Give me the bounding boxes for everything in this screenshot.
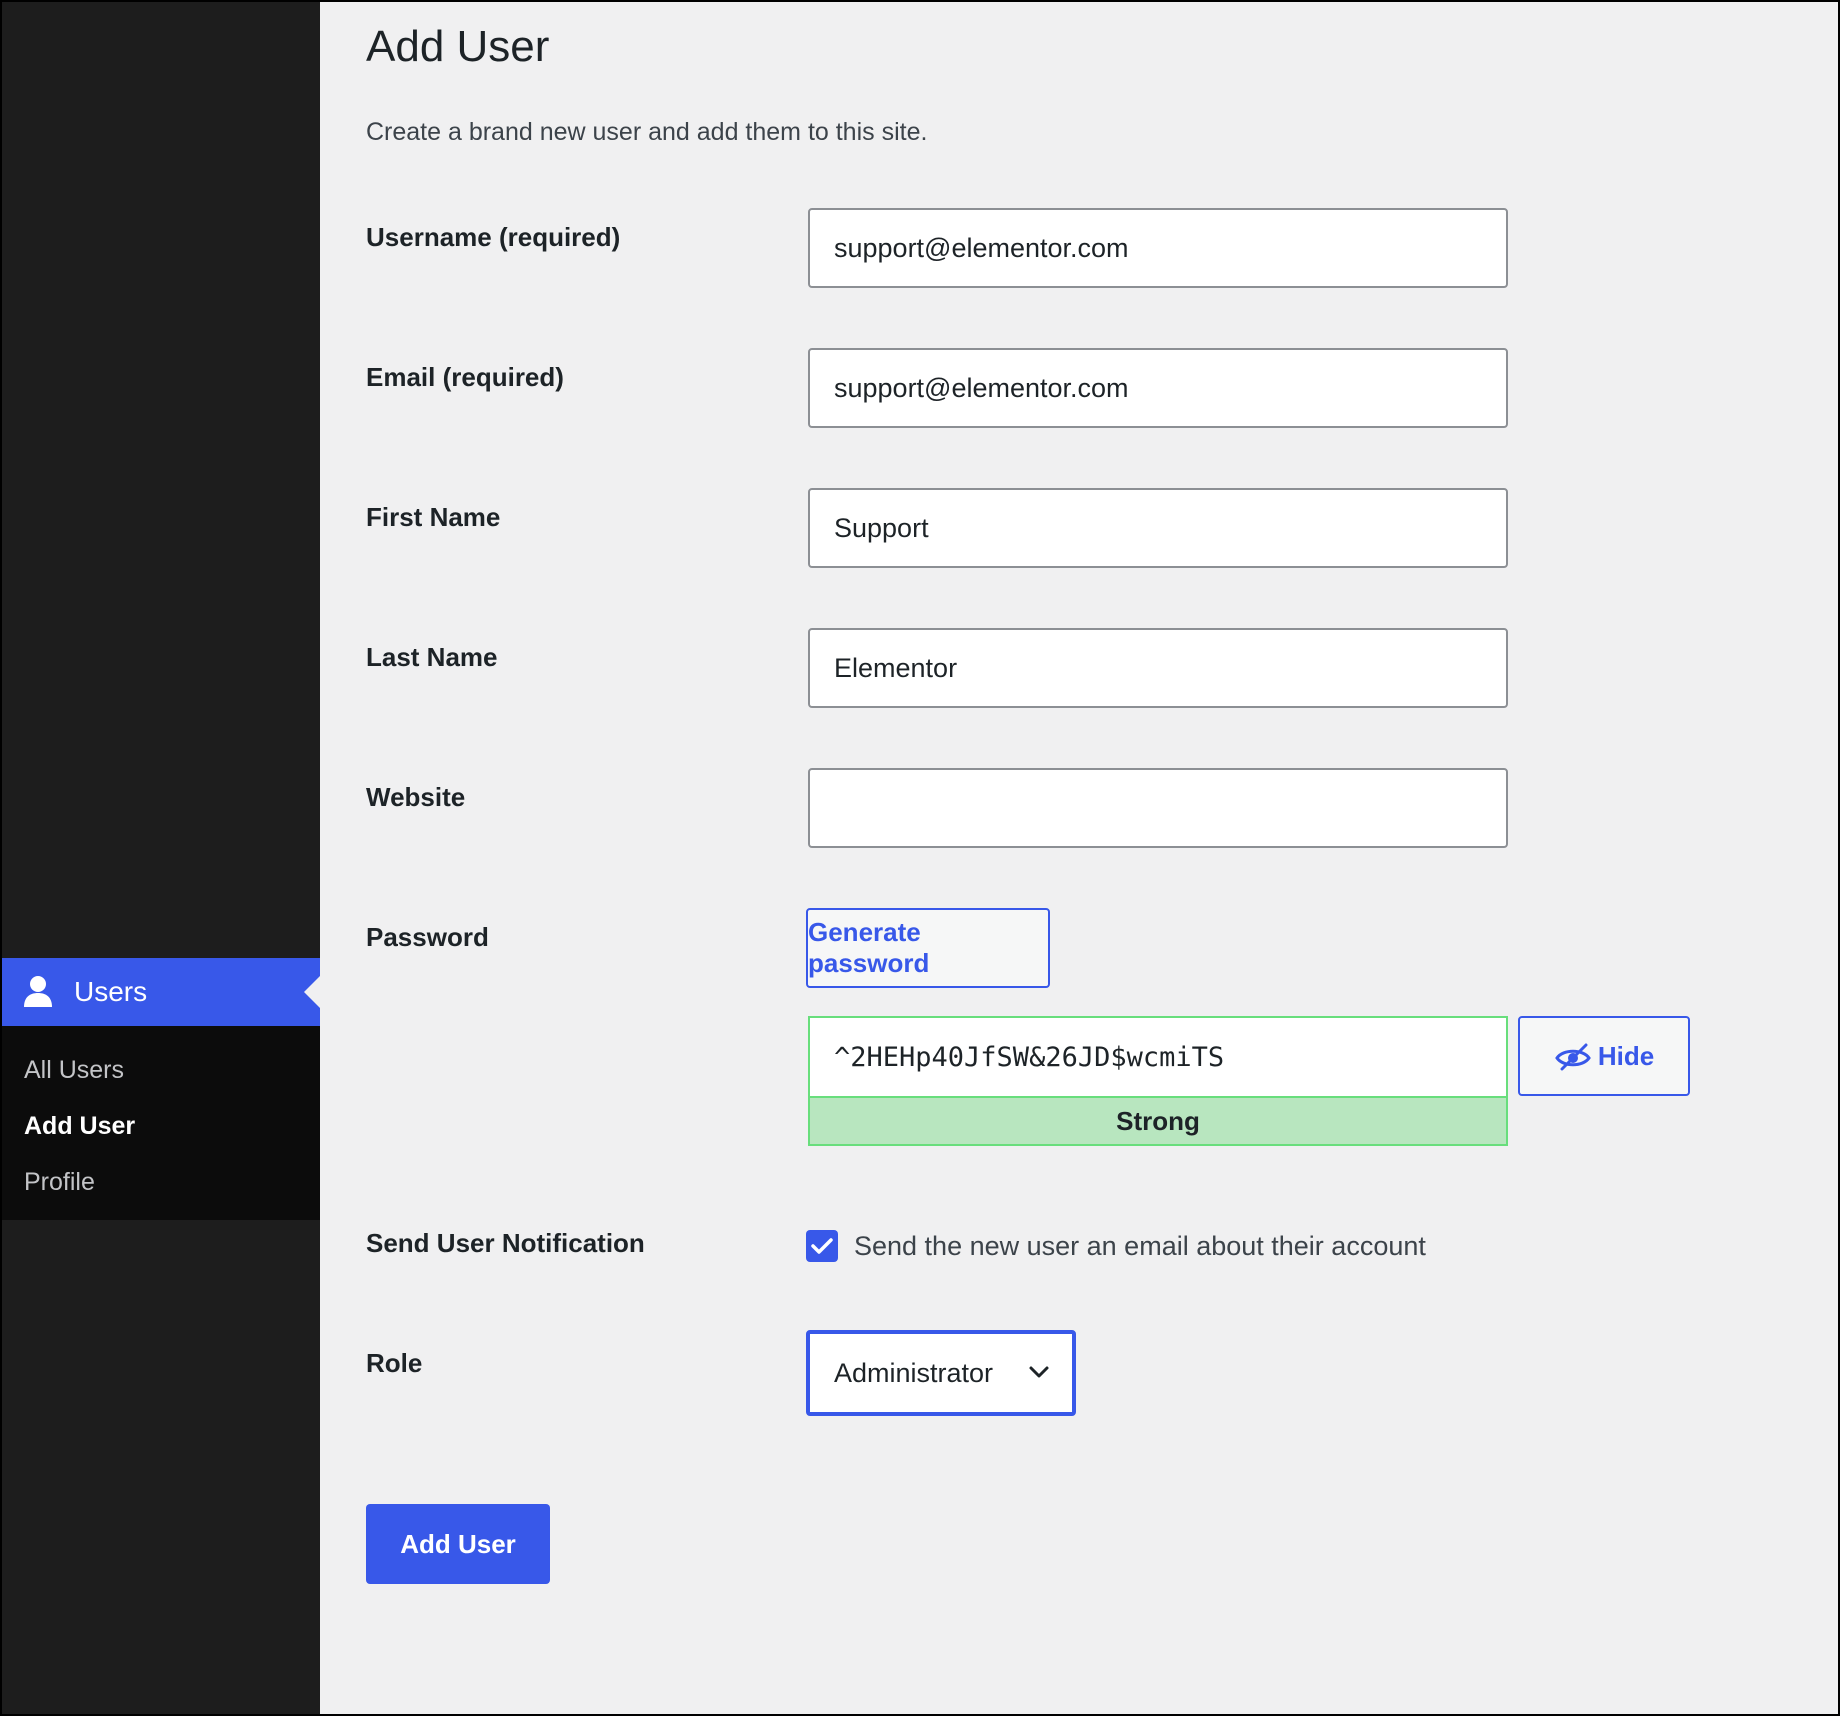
submenu-item-profile[interactable]: Profile [2, 1154, 320, 1210]
role-select[interactable]: Administrator [806, 1330, 1076, 1416]
password-strength-meter: Strong [808, 1096, 1508, 1146]
last-name-input[interactable]: Elementor [808, 628, 1508, 708]
submenu-item-all-users[interactable]: All Users [2, 1042, 320, 1098]
sidebar-item-label: Users [74, 976, 148, 1007]
hide-password-button[interactable]: Hide [1518, 1016, 1690, 1096]
role-selected-value: Administrator [834, 1357, 994, 1388]
main-content: Add User Create a brand new user and add… [320, 2, 1838, 1714]
page-frame: Users All Users Add User Profile Add Use… [0, 0, 1840, 1716]
notification-label: Send User Notification [366, 1228, 645, 1258]
eye-slash-icon [1555, 1043, 1591, 1071]
page-title: Add User [366, 22, 550, 71]
notification-option: Send the new user an email about their a… [806, 1230, 1426, 1262]
users-submenu: All Users Add User Profile [2, 1026, 320, 1220]
first-name-label: First Name [366, 502, 501, 532]
sidebar-item-users[interactable]: Users [2, 958, 320, 1026]
role-label: Role [366, 1348, 423, 1378]
submenu-item-add-user[interactable]: Add User [2, 1098, 320, 1154]
add-user-submit-button[interactable]: Add User [366, 1504, 550, 1584]
first-name-input[interactable]: Support [808, 488, 1508, 568]
password-input[interactable]: ^2HEHp40JfSW&26JD$wcmiTS [808, 1016, 1508, 1096]
hide-button-label: Hide [1597, 1040, 1655, 1071]
chevron-down-icon [1029, 1366, 1049, 1378]
generate-password-button[interactable]: Generate password [806, 908, 1050, 988]
email-label: Email (required) [366, 362, 564, 392]
checkmark-icon [811, 1238, 833, 1254]
password-label: Password [366, 922, 489, 952]
last-name-label: Last Name [366, 642, 498, 672]
admin-sidebar: Users All Users Add User Profile [2, 2, 320, 1714]
active-menu-arrow [304, 976, 320, 1008]
username-input[interactable]: support@elementor.com [808, 208, 1508, 288]
send-notification-checkbox[interactable] [806, 1230, 838, 1262]
user-icon [24, 976, 52, 1007]
page-description: Create a brand new user and add them to … [366, 118, 928, 146]
email-input[interactable]: support@elementor.com [808, 348, 1508, 428]
username-label: Username (required) [366, 222, 621, 252]
notification-checkbox-text: Send the new user an email about their a… [854, 1230, 1426, 1261]
website-input[interactable] [808, 768, 1508, 848]
website-label: Website [366, 782, 466, 812]
